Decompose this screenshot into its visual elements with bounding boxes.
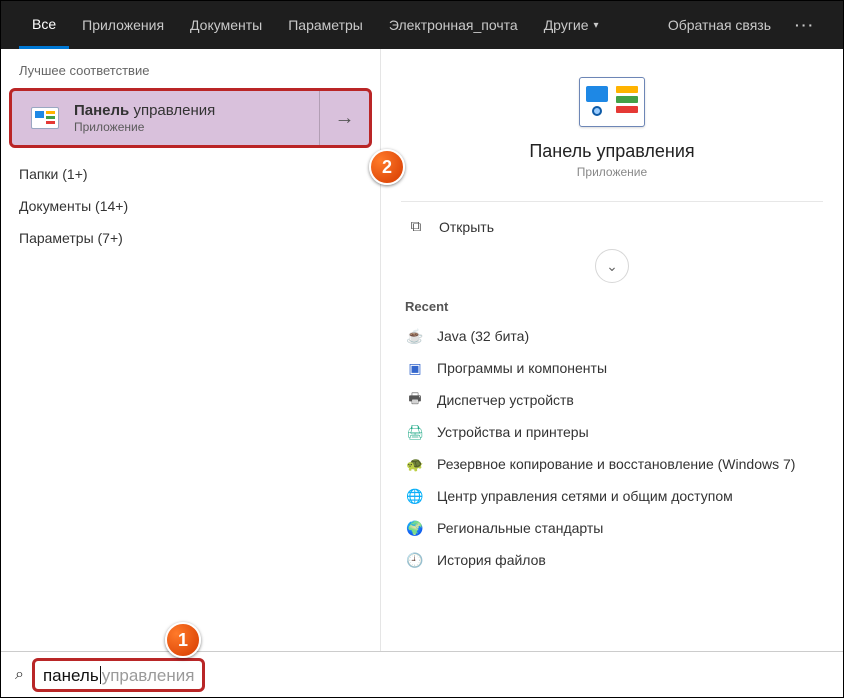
tab-other[interactable]: Другие▾ xyxy=(531,1,612,49)
recent-network[interactable]: 🌐Центр управления сетями и общим доступо… xyxy=(401,480,823,512)
group-documents[interactable]: Документы (14+) xyxy=(1,190,380,222)
java-icon: ☕ xyxy=(405,326,425,346)
best-match-item[interactable]: Панель управления Приложение → xyxy=(9,88,372,148)
recent-java[interactable]: ☕Java (32 бита) xyxy=(401,320,823,352)
preview-title: Панель управления xyxy=(401,141,823,162)
history-icon: 🕘 xyxy=(405,550,425,570)
control-panel-icon xyxy=(579,77,645,127)
expand-button[interactable]: ⌄ xyxy=(595,249,629,283)
best-match-title: Панель управления xyxy=(74,102,319,119)
recent-history[interactable]: 🕘История файлов xyxy=(401,544,823,576)
annotation-1: 1 xyxy=(165,622,201,658)
search-bar: ⌕ панельуправления xyxy=(1,651,843,697)
recent-device-manager[interactable]: 🖶Диспетчер устройств xyxy=(401,384,823,416)
device-manager-icon: 🖶 xyxy=(405,390,425,410)
more-button[interactable]: ··· xyxy=(785,1,825,49)
open-icon: ⧉ xyxy=(405,218,427,235)
control-panel-icon xyxy=(22,95,68,141)
recent-printers[interactable]: 🖨Устройства и принтеры xyxy=(401,416,823,448)
search-typed: панель xyxy=(43,666,99,686)
open-action[interactable]: ⧉ Открыть xyxy=(401,208,823,245)
tab-email[interactable]: Электронная_почта xyxy=(376,1,531,49)
region-icon: 🌍 xyxy=(405,518,425,538)
search-icon: ⌕ xyxy=(15,666,24,684)
search-suggestion: управления xyxy=(102,666,195,686)
tab-all[interactable]: Все xyxy=(19,1,69,49)
group-settings[interactable]: Параметры (7+) xyxy=(1,222,380,254)
filter-tabs: Все Приложения Документы Параметры Элект… xyxy=(1,1,843,49)
network-icon: 🌐 xyxy=(405,486,425,506)
recent-programs[interactable]: ▣Программы и компоненты xyxy=(401,352,823,384)
group-folders[interactable]: Папки (1+) xyxy=(1,158,380,190)
backup-icon: 🐢 xyxy=(405,454,425,474)
printers-icon: 🖨 xyxy=(405,422,425,442)
section-best-match: Лучшее соответствие xyxy=(1,59,380,88)
search-input[interactable]: панельуправления xyxy=(32,658,205,692)
chevron-down-icon: ▾ xyxy=(594,20,599,31)
tab-settings[interactable]: Параметры xyxy=(275,1,376,49)
annotation-2: 2 xyxy=(369,149,405,185)
preview-pane: Панель управления Приложение ⧉ Открыть ⌄… xyxy=(381,49,843,651)
tab-documents[interactable]: Документы xyxy=(177,1,275,49)
arrow-right-icon[interactable]: → xyxy=(319,91,369,145)
preview-subtitle: Приложение xyxy=(401,165,823,179)
recent-header: Recent xyxy=(401,295,823,320)
best-match-subtitle: Приложение xyxy=(74,120,319,134)
results-list: Лучшее соответствие Панель управления Пр… xyxy=(1,49,381,651)
text-cursor xyxy=(100,666,101,684)
tab-apps[interactable]: Приложения xyxy=(69,1,177,49)
feedback-link[interactable]: Обратная связь xyxy=(654,1,785,49)
programs-icon: ▣ xyxy=(405,358,425,378)
open-label: Открыть xyxy=(439,219,494,235)
recent-backup[interactable]: 🐢Резервное копирование и восстановление … xyxy=(401,448,823,480)
recent-region[interactable]: 🌍Региональные стандарты xyxy=(401,512,823,544)
